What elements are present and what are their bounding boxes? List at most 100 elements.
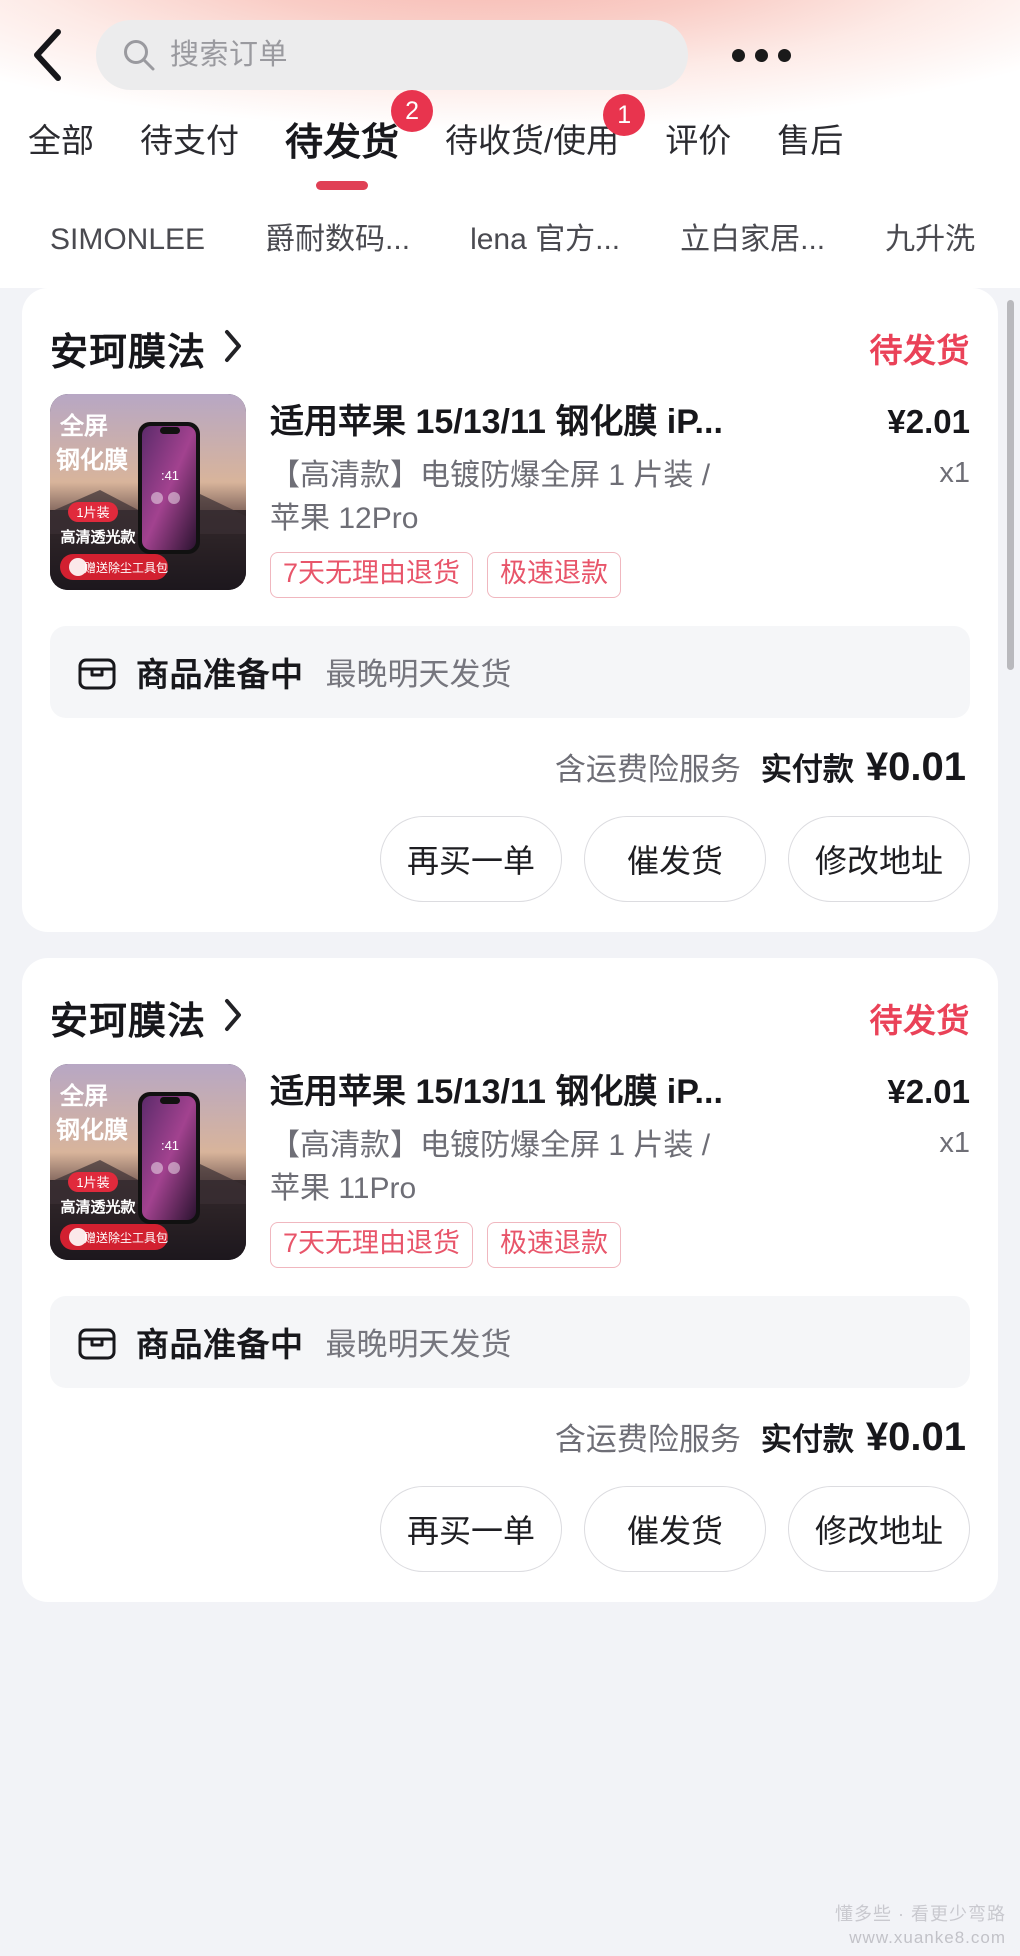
order-card-header: 安珂膜法 待发货 bbox=[50, 982, 970, 1054]
product-title: 适用苹果 15/13/11 钢化膜 iP... bbox=[270, 403, 723, 441]
shop-chip-jiusheng[interactable]: 九升洗 bbox=[885, 225, 975, 255]
shop-link[interactable]: 安珂膜法 bbox=[50, 990, 244, 1045]
shop-name: 安珂膜法 bbox=[50, 1001, 207, 1044]
vertical-scrollbar[interactable] bbox=[1007, 300, 1014, 670]
shop-link[interactable]: 安珂膜法 bbox=[50, 321, 244, 376]
tab-label: 评价 bbox=[665, 122, 732, 159]
search-input[interactable]: 搜索订单 bbox=[96, 20, 688, 90]
order-status-tabs: 全部 待支付 待发货 2 待收货/使用 1 评价 售后 bbox=[0, 90, 1020, 200]
shop-filter-chips: SIMONLEE 爵耐数码... lena 官方... 立白家居... 九升洗 bbox=[0, 198, 1020, 282]
shipping-status-bar[interactable]: 商品准备中 最晚明天发货 bbox=[50, 625, 970, 718]
product-tags: 7天无理由退货 极速退款 bbox=[270, 552, 970, 598]
shipping-status-text: 商品准备中 bbox=[136, 1325, 304, 1363]
product-info: 适用苹果 15/13/11 钢化膜 iP... ¥2.01 【高清款】电镀防爆全… bbox=[246, 1064, 970, 1268]
product-thumbnail: :41 全屏 钢化膜 1片装 高清透光款 赠送除尘工具包 bbox=[50, 1063, 246, 1260]
order-list: 安珂膜法 待发货:41 全屏 钢化膜 1片装 高清透光款 赠送除尘工具包 适用… bbox=[0, 288, 1020, 1956]
search-row: 搜索订单 bbox=[0, 16, 1020, 94]
urge-shipment-button[interactable]: 催发货 bbox=[584, 815, 766, 902]
tag-fast-refund: 极速退款 bbox=[487, 1222, 622, 1268]
order-card[interactable]: 安珂膜法 待发货:41 全屏 钢化膜 1片装 高清透光款 赠送除尘工具包 适用… bbox=[22, 288, 998, 932]
svg-text:赠送除尘工具包: 赠送除尘工具包 bbox=[84, 560, 168, 575]
more-options-button[interactable] bbox=[702, 16, 820, 94]
order-actions: 再买一单 催发货 修改地址 bbox=[50, 815, 970, 902]
svg-text:全屏: 全屏 bbox=[59, 1082, 108, 1110]
product-spec: 【高清款】电镀防爆全屏 1 片装 / 苹果 11Pro bbox=[270, 1128, 711, 1205]
chevron-right-icon bbox=[222, 328, 244, 369]
tab-label: 售后 bbox=[777, 122, 844, 159]
tag-fast-refund: 极速退款 bbox=[487, 552, 622, 598]
back-button[interactable] bbox=[0, 16, 96, 94]
chevron-left-icon bbox=[28, 26, 68, 84]
tab-active-underline bbox=[316, 180, 368, 190]
search-placeholder: 搜索订单 bbox=[170, 38, 289, 71]
product-price: ¥2.01 bbox=[887, 403, 970, 440]
product-quantity: x1 bbox=[939, 1126, 970, 1159]
shipping-note: 最晚明天发货 bbox=[325, 1327, 512, 1363]
payment-summary: 含运费险服务 实付款 ¥0.01 bbox=[50, 744, 970, 790]
buy-again-button[interactable]: 再买一单 bbox=[380, 815, 562, 902]
edit-address-button[interactable]: 修改地址 bbox=[788, 815, 970, 902]
tab-label: 待收货/使用 bbox=[445, 122, 620, 159]
edit-address-button[interactable]: 修改地址 bbox=[788, 1485, 970, 1572]
product-info: 适用苹果 15/13/11 钢化膜 iP... ¥2.01 【高清款】电镀防爆全… bbox=[246, 394, 970, 598]
more-horizontal-icon bbox=[727, 48, 796, 62]
shop-chip-simonlee[interactable]: SIMONLEE bbox=[50, 225, 205, 255]
product-tags: 7天无理由退货 极速退款 bbox=[270, 1222, 970, 1268]
tab-pending-payment[interactable]: 待支付 bbox=[140, 108, 239, 160]
search-icon bbox=[122, 38, 156, 72]
product-thumbnail: :41 全屏 钢化膜 1片装 高清透光款 赠送除尘工具包 bbox=[50, 394, 246, 590]
shop-name: 安珂膜法 bbox=[50, 331, 207, 374]
svg-text:钢化膜: 钢化膜 bbox=[56, 1116, 128, 1144]
svg-text:1片装: 1片装 bbox=[76, 505, 109, 520]
product-price: ¥2.01 bbox=[887, 1072, 970, 1110]
product-title: 适用苹果 15/13/11 钢化膜 iP... bbox=[270, 1072, 723, 1111]
chevron-right-icon bbox=[222, 997, 244, 1038]
insurance-label: 含运费险服务 bbox=[554, 1421, 741, 1457]
paid-label: 实付款 bbox=[760, 1421, 854, 1457]
package-icon bbox=[76, 1321, 118, 1363]
tab-pending-shipment[interactable]: 待发货 2 bbox=[285, 90, 434, 190]
product-row[interactable]: :41 全屏 钢化膜 1片装 高清透光款 赠送除尘工具包 适用苹果 15/13/… bbox=[50, 1063, 970, 1268]
page-header: 搜索订单 全部 待支付 待发货 2 待收货/使用 1 评价 售后 SIMONLE… bbox=[0, 0, 1020, 288]
paid-amount: ¥0.01 bbox=[865, 744, 966, 789]
paid-amount: ¥0.01 bbox=[865, 1414, 966, 1459]
order-card-header: 安珂膜法 待发货 bbox=[50, 312, 970, 384]
tab-label: 全部 bbox=[28, 122, 94, 159]
tag-return-policy: 7天无理由退货 bbox=[270, 552, 474, 598]
package-icon bbox=[76, 651, 118, 693]
svg-text:高清透光款: 高清透光款 bbox=[60, 528, 136, 546]
product-spec: 【高清款】电镀防爆全屏 1 片装 / 苹果 12Pro bbox=[270, 459, 711, 535]
buy-again-button[interactable]: 再买一单 bbox=[380, 1485, 562, 1572]
svg-text:钢化膜: 钢化膜 bbox=[56, 446, 128, 474]
svg-text:赠送除尘工具包: 赠送除尘工具包 bbox=[84, 1230, 168, 1245]
svg-text::41: :41 bbox=[161, 1138, 179, 1153]
shipping-note: 最晚明天发货 bbox=[325, 657, 512, 693]
paid-label: 实付款 bbox=[760, 751, 854, 787]
payment-summary: 含运费险服务 实付款 ¥0.01 bbox=[50, 1414, 970, 1460]
shop-chip-libai[interactable]: 立白家居... bbox=[680, 225, 825, 255]
tab-all[interactable]: 全部 bbox=[28, 108, 94, 160]
tag-return-policy: 7天无理由退货 bbox=[270, 1222, 474, 1268]
product-row[interactable]: :41 全屏 钢化膜 1片装 高清透光款 赠送除尘工具包 适用苹果 15/13/… bbox=[50, 394, 970, 598]
order-status-badge: 待发货 bbox=[869, 332, 970, 369]
order-actions: 再买一单 催发货 修改地址 bbox=[50, 1485, 970, 1572]
tab-pending-receipt[interactable]: 待收货/使用 1 bbox=[445, 94, 646, 160]
shipping-status-text: 商品准备中 bbox=[136, 655, 304, 693]
tab-label: 待支付 bbox=[140, 122, 239, 159]
tab-after-sales[interactable]: 售后 bbox=[777, 108, 843, 160]
svg-text::41: :41 bbox=[161, 468, 179, 483]
svg-text:全屏: 全屏 bbox=[59, 412, 108, 440]
insurance-label: 含运费险服务 bbox=[554, 751, 741, 787]
tab-label: 待发货 bbox=[285, 122, 400, 164]
urge-shipment-button[interactable]: 催发货 bbox=[584, 1485, 766, 1572]
tab-badge-count: 2 bbox=[391, 90, 434, 132]
tab-review[interactable]: 评价 bbox=[665, 108, 731, 160]
shop-chip-lena[interactable]: lena 官方... bbox=[470, 225, 620, 255]
shop-chip-juenai[interactable]: 爵耐数码... bbox=[265, 225, 410, 255]
product-quantity: x1 bbox=[939, 457, 970, 489]
order-list-screen: 搜索订单 全部 待支付 待发货 2 待收货/使用 1 评价 售后 SIMONLE… bbox=[0, 0, 1020, 1956]
order-status-badge: 待发货 bbox=[869, 1001, 970, 1039]
shipping-status-bar[interactable]: 商品准备中 最晚明天发货 bbox=[50, 1295, 970, 1388]
order-card[interactable]: 安珂膜法 待发货:41 全屏 钢化膜 1片装 高清透光款 赠送除尘工具包 适用… bbox=[22, 957, 998, 1602]
svg-text:高清透光款: 高清透光款 bbox=[60, 1198, 136, 1216]
